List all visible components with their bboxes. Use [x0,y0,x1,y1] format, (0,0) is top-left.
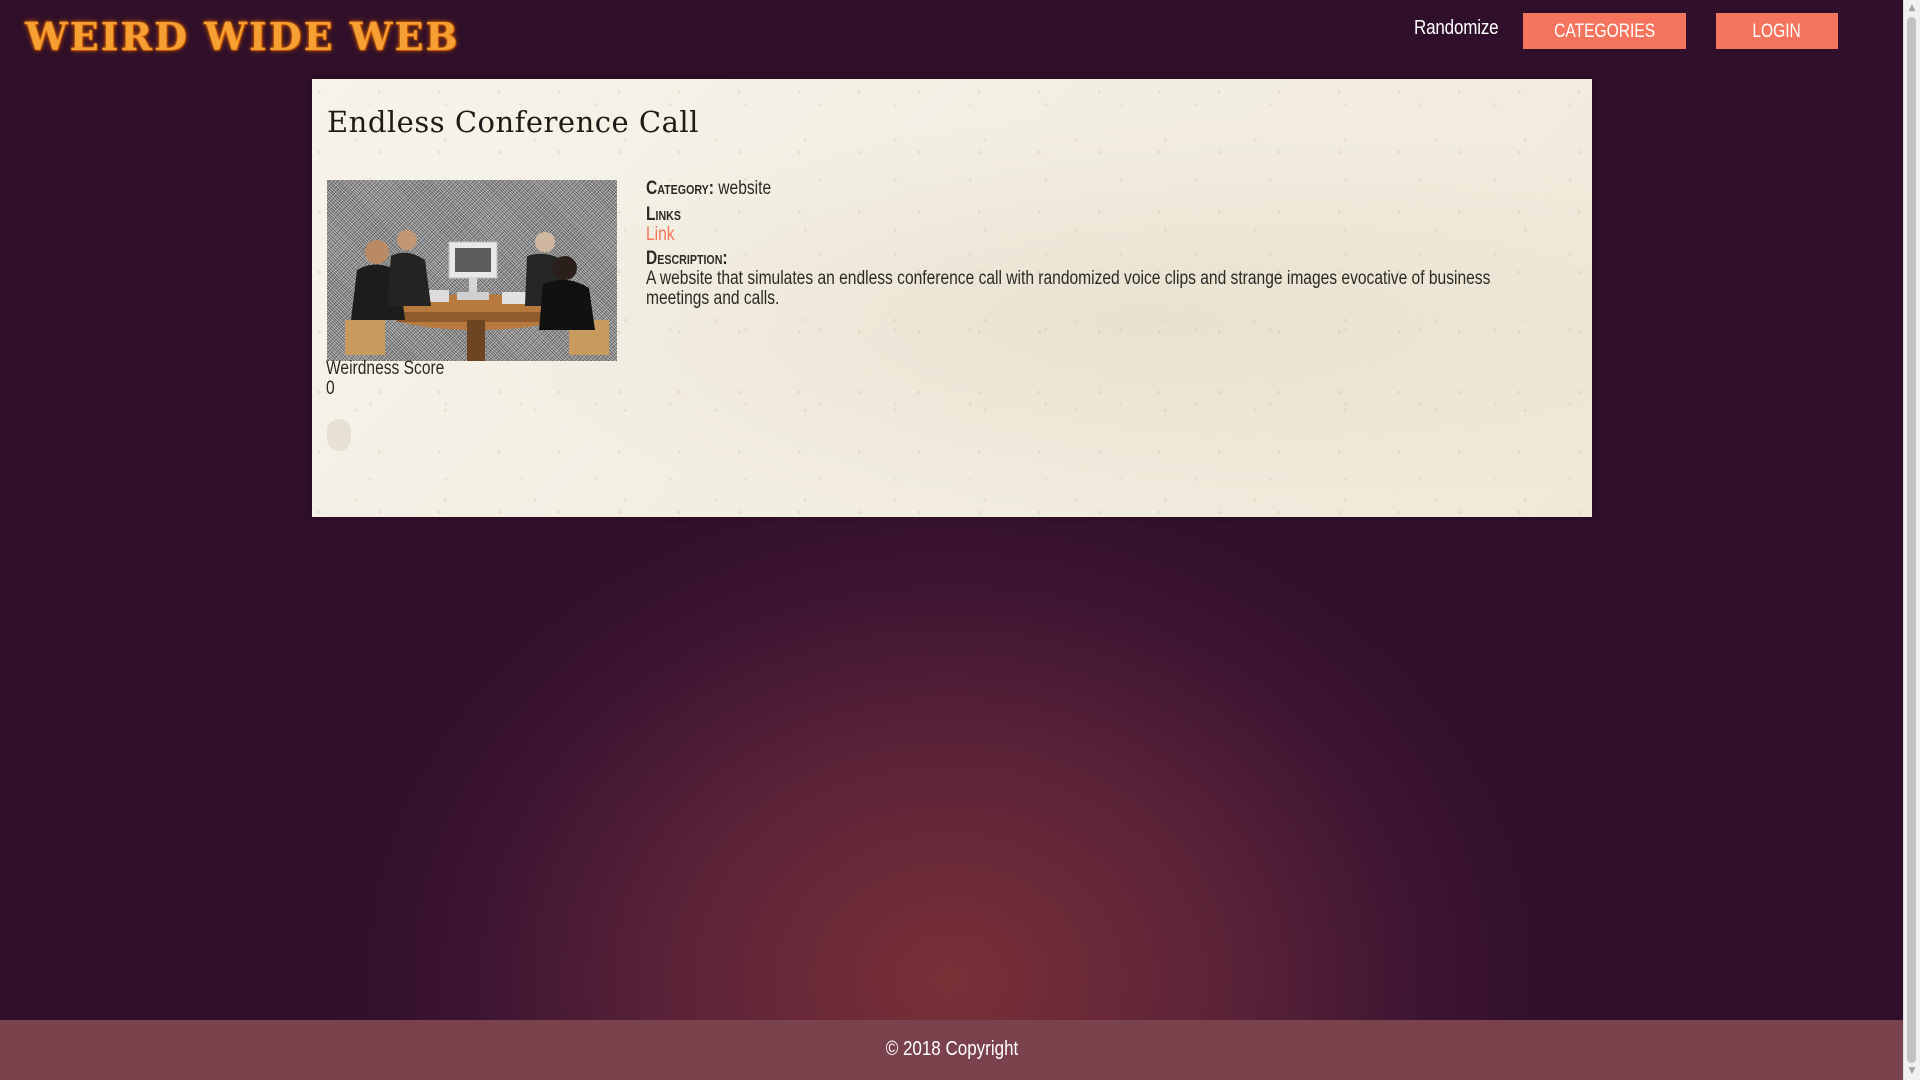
weirdness-score-label-text: Weirdness Score [326,358,445,379]
description-label: Description: [646,248,728,269]
top-navbar: WEIRD WIDE WEB Randomize CATEGORIES LOGI… [0,0,1903,76]
vertical-scrollbar[interactable]: ▲ ▼ [1903,0,1920,1080]
link-row: Link [646,225,1546,245]
entry-image [327,180,617,361]
description-text: A website that simulates an endless conf… [646,268,1491,309]
scroll-down-arrow-icon[interactable]: ▼ [1904,1063,1920,1080]
weirdness-vote-toggle[interactable] [327,419,351,451]
weirdness-score-value: 0 [326,378,337,400]
entry-title: Endless Conference Call [327,105,699,139]
entry-link[interactable]: Link [646,225,675,245]
links-label: Links [646,204,681,225]
links-row: Links [646,205,1546,225]
conference-photo [345,230,609,361]
randomize-link[interactable]: Randomize [1414,17,1499,40]
category-value: website [718,178,772,199]
categories-button[interactable]: CATEGORIES [1523,13,1686,49]
description-row: Description: [646,249,1546,269]
weirdness-score-value-text: 0 [326,378,335,399]
copyright-text: © 2018 Copyright [885,1038,1018,1060]
category-row-text: Category: website [646,179,771,199]
weirdness-score-label: Weirdness Score [326,358,470,380]
categories-button-label: CATEGORIES [1553,21,1655,42]
scroll-up-arrow-icon[interactable]: ▲ [1904,0,1920,17]
entry-card: Endless Conference Call Weirdness Score … [312,79,1592,517]
category-label: Category: [646,178,714,199]
footer: © 2018 Copyright [0,1020,1903,1080]
scroll-thumb[interactable] [1907,17,1916,1063]
login-button[interactable]: LOGIN [1716,13,1838,49]
site-logo[interactable]: WEIRD WIDE WEB [25,14,460,59]
login-button-label: LOGIN [1752,21,1802,42]
entry-details: Category: website Links Link Description… [646,179,1546,309]
category-row: Category: website [646,179,1546,199]
